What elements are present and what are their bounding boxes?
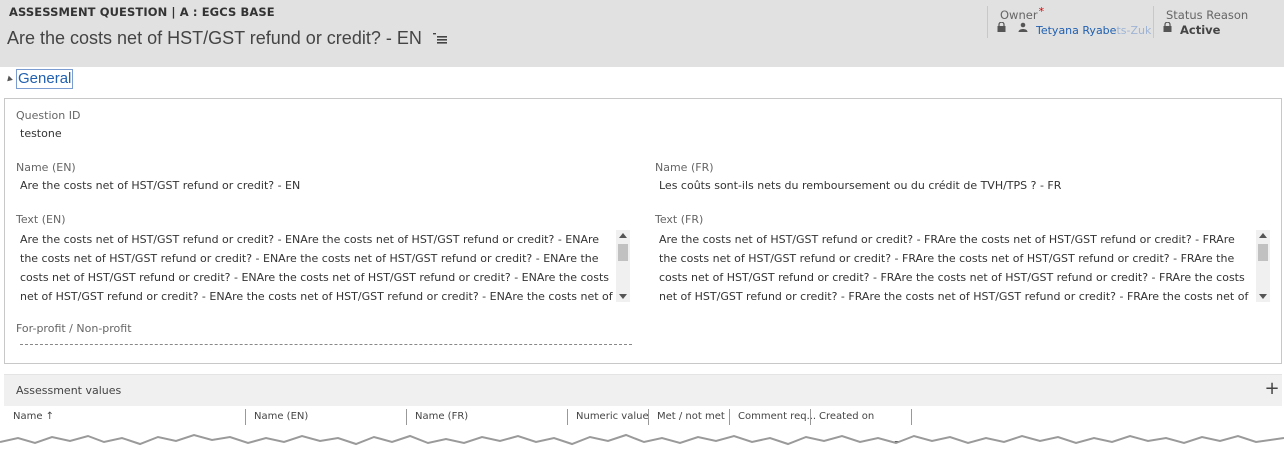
header-separator	[987, 6, 988, 38]
entity-type-label: ASSESSMENT QUESTION | A : EGCS BASE	[9, 5, 275, 19]
column-name-fr[interactable]: Name (FR)	[415, 411, 468, 422]
scroll-down-icon[interactable]	[619, 294, 627, 299]
name-en-label: Name (EN)	[16, 161, 76, 174]
status-reason-label: Status Reason	[1166, 8, 1249, 22]
column-name-en[interactable]: Name (EN)	[254, 411, 308, 422]
column-comment-required[interactable]: Comment req...	[738, 411, 816, 422]
question-id-value[interactable]: testone	[20, 127, 62, 140]
person-icon	[1018, 22, 1028, 32]
column-met[interactable]: Met / not met	[657, 411, 725, 422]
column-numeric-value[interactable]: Numeric value	[576, 411, 649, 422]
list-menu-icon[interactable]	[432, 31, 447, 45]
collapse-arrow-icon[interactable]	[5, 75, 13, 84]
text-fr-scrollbar[interactable]	[1256, 230, 1270, 302]
required-mark: *	[1038, 5, 1045, 18]
scroll-thumb[interactable]	[618, 244, 628, 261]
text-fr-textarea[interactable]: Are the costs net of HST/GST refund or c…	[659, 230, 1255, 306]
question-id-label: Question ID	[16, 109, 81, 122]
name-fr-label: Name (FR)	[655, 161, 714, 174]
torn-edge-decoration	[0, 433, 1284, 460]
column-separator[interactable]	[245, 409, 246, 425]
column-separator[interactable]	[729, 409, 730, 425]
column-separator[interactable]	[648, 409, 649, 425]
column-separator[interactable]	[406, 409, 407, 425]
add-icon[interactable]: +	[1264, 379, 1280, 399]
name-fr-value[interactable]: Les coûts sont-ils nets du remboursement…	[659, 179, 1061, 192]
grid-title: Assessment values	[16, 384, 122, 397]
scroll-up-icon[interactable]	[619, 233, 627, 238]
owner-link[interactable]: Tetyana Ryabets-Zuk	[1036, 24, 1151, 37]
column-separator[interactable]	[810, 409, 811, 425]
lock-icon	[997, 22, 1006, 32]
scroll-down-icon[interactable]	[1259, 294, 1267, 299]
column-separator[interactable]	[567, 409, 568, 425]
column-created-on[interactable]: Created on	[819, 411, 874, 422]
text-en-textarea[interactable]: Are the costs net of HST/GST refund or c…	[20, 230, 616, 306]
for-profit-empty-value[interactable]	[20, 344, 632, 345]
record-title-text: Are the costs net of HST/GST refund or c…	[7, 28, 422, 48]
owner-name-faded: ts-Zuk	[1116, 24, 1152, 37]
header-separator	[1153, 6, 1154, 38]
lock-icon	[1163, 22, 1172, 32]
name-en-value[interactable]: Are the costs net of HST/GST refund or c…	[20, 179, 300, 192]
owner-name: Tetyana Ryabe	[1036, 24, 1117, 37]
text-en-label: Text (EN)	[16, 213, 66, 226]
for-profit-label: For-profit / Non-profit	[16, 322, 132, 335]
scroll-up-icon[interactable]	[1259, 233, 1267, 238]
column-separator[interactable]	[911, 409, 912, 425]
text-fr-label: Text (FR)	[655, 213, 704, 226]
status-reason-value: Active	[1180, 23, 1221, 37]
grid-column-headers: Name ↑ Name (EN) Name (FR) Numeric value…	[4, 406, 1282, 429]
record-header: ASSESSMENT QUESTION | A : EGCS BASE Are …	[0, 0, 1284, 67]
column-name[interactable]: Name ↑	[13, 411, 54, 422]
owner-label: Owner*	[1000, 5, 1045, 22]
record-title: Are the costs net of HST/GST refund or c…	[7, 28, 447, 49]
assessment-values-header: Assessment values +	[4, 374, 1282, 407]
owner-label-text: Owner	[1000, 8, 1038, 22]
section-title[interactable]: General	[16, 69, 74, 89]
text-en-scrollbar[interactable]	[616, 230, 630, 302]
general-section: Question ID testone Name (EN) Are the co…	[4, 98, 1282, 364]
scroll-thumb[interactable]	[1258, 244, 1268, 261]
